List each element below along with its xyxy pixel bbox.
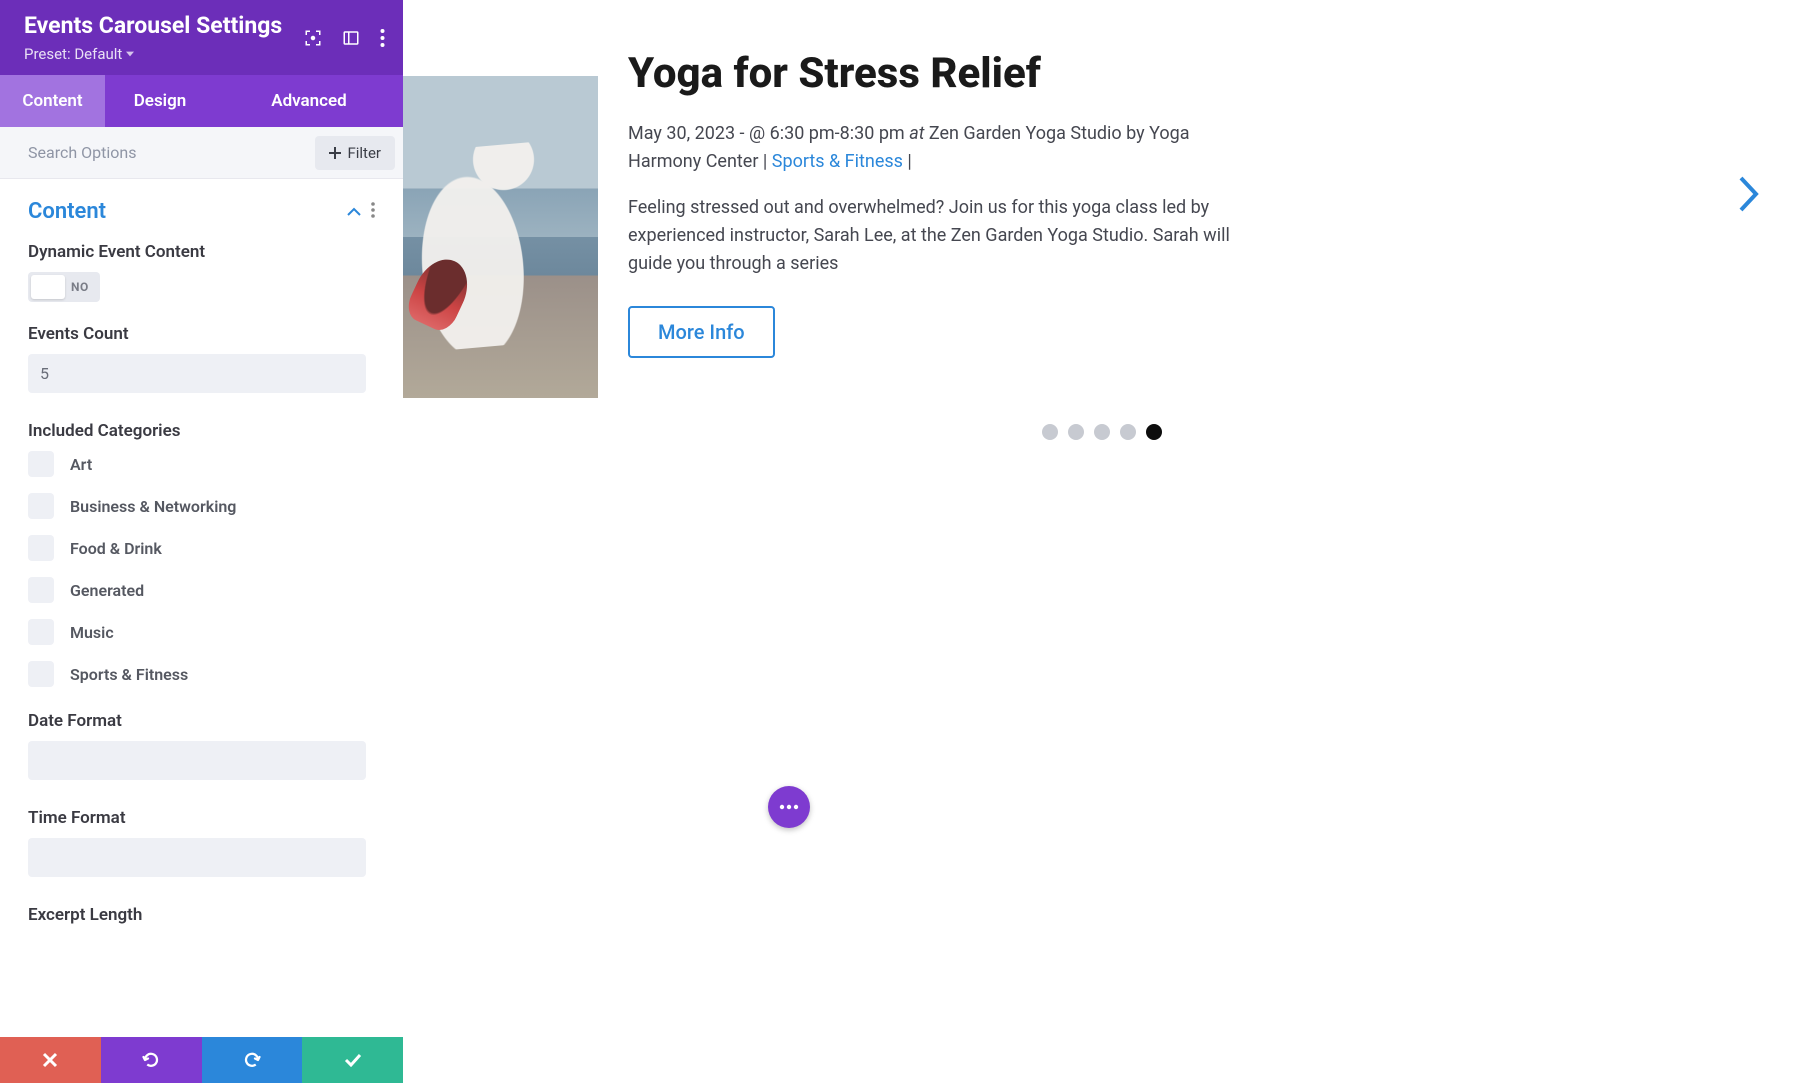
checkbox[interactable]	[28, 577, 54, 603]
event-date: May 30, 2023	[628, 123, 735, 144]
event-image	[403, 76, 598, 398]
event-time: 6:30 pm-8:30 pm	[770, 123, 905, 144]
category-label: Generated	[70, 581, 144, 600]
category-item[interactable]: Music	[28, 619, 375, 645]
carousel-dot[interactable]	[1042, 424, 1058, 440]
search-input[interactable]	[0, 133, 315, 172]
excerpt-length-label: Excerpt Length	[28, 905, 375, 925]
event-category-link[interactable]: Sports & Fitness	[772, 151, 903, 172]
redo-icon	[243, 1051, 261, 1069]
action-bar	[0, 1037, 403, 1083]
chevron-right-icon	[1738, 175, 1760, 213]
plus-icon	[329, 147, 341, 159]
categories-label: Included Categories	[28, 421, 375, 441]
checkbox[interactable]	[28, 619, 54, 645]
toggle-state-label: NO	[71, 280, 89, 294]
settings-sidebar: Events Carousel Settings Preset: Default…	[0, 0, 403, 1083]
caret-down-icon	[126, 51, 134, 57]
meta-by: by	[1126, 123, 1145, 144]
preset-dropdown[interactable]: Preset: Default	[24, 45, 304, 63]
panel-icon[interactable]	[342, 29, 360, 47]
category-item[interactable]: Art	[28, 451, 375, 477]
search-row: Filter	[0, 127, 403, 179]
section-header[interactable]: Content	[28, 199, 375, 224]
more-info-button[interactable]: More Info	[628, 306, 775, 358]
event-venue: Zen Garden Yoga Studio	[929, 123, 1122, 144]
module-fab[interactable]	[768, 786, 810, 828]
sidebar-title: Events Carousel Settings	[24, 12, 304, 39]
category-label: Sports & Fitness	[70, 665, 188, 684]
panel-body[interactable]: Content Dynamic Event Content NO Events …	[0, 179, 403, 1037]
undo-icon	[142, 1051, 160, 1069]
category-label: Art	[70, 455, 92, 474]
event-description: Feeling stressed out and overwhelmed? Jo…	[628, 194, 1248, 278]
carousel-dot[interactable]	[1120, 424, 1136, 440]
carousel-dot[interactable]	[1068, 424, 1084, 440]
category-label: Music	[70, 623, 114, 642]
event-carousel: Yoga for Stress Relief May 30, 2023 - @ …	[403, 50, 1740, 398]
checkbox[interactable]	[28, 451, 54, 477]
section-more-icon[interactable]	[371, 202, 375, 222]
tab-design[interactable]: Design	[105, 75, 215, 127]
carousel-next-button[interactable]	[1738, 175, 1760, 217]
sidebar-header: Events Carousel Settings Preset: Default	[0, 0, 403, 75]
time-format-input[interactable]	[28, 838, 366, 877]
filter-button[interactable]: Filter	[315, 136, 395, 170]
category-item[interactable]: Generated	[28, 577, 375, 603]
expand-icon[interactable]	[304, 29, 322, 47]
more-icon[interactable]	[380, 29, 385, 47]
checkbox[interactable]	[28, 661, 54, 687]
event-content: Yoga for Stress Relief May 30, 2023 - @ …	[628, 50, 1248, 358]
dots-horizontal-icon	[779, 804, 799, 810]
check-icon	[344, 1053, 362, 1067]
dynamic-content-toggle[interactable]: NO	[28, 272, 100, 302]
event-meta: May 30, 2023 - @ 6:30 pm-8:30 pm at Zen …	[628, 120, 1248, 176]
category-item[interactable]: Business & Networking	[28, 493, 375, 519]
category-label: Food & Drink	[70, 539, 162, 558]
category-item[interactable]: Food & Drink	[28, 535, 375, 561]
redo-button[interactable]	[202, 1037, 303, 1083]
date-format-label: Date Format	[28, 711, 375, 731]
chevron-up-icon[interactable]	[347, 202, 361, 221]
carousel-dot[interactable]	[1094, 424, 1110, 440]
categories-list: Art Business & Networking Food & Drink G…	[28, 451, 375, 687]
tab-content[interactable]: Content	[0, 75, 105, 127]
category-label: Business & Networking	[70, 497, 236, 516]
section-title: Content	[28, 199, 337, 224]
filter-label: Filter	[347, 144, 381, 162]
toggle-knob	[31, 275, 65, 299]
cancel-button[interactable]	[0, 1037, 101, 1083]
events-count-input[interactable]	[28, 354, 366, 393]
time-format-label: Time Format	[28, 808, 375, 828]
carousel-dot[interactable]	[1146, 424, 1162, 440]
event-title: Yoga for Stress Relief	[628, 50, 1248, 98]
close-icon	[42, 1052, 58, 1068]
checkbox[interactable]	[28, 535, 54, 561]
dynamic-content-label: Dynamic Event Content	[28, 242, 375, 262]
tab-advanced[interactable]: Advanced	[215, 75, 403, 127]
preview-area: Yoga for Stress Relief May 30, 2023 - @ …	[403, 0, 1800, 1083]
events-count-label: Events Count	[28, 324, 375, 344]
undo-button[interactable]	[101, 1037, 202, 1083]
category-item[interactable]: Sports & Fitness	[28, 661, 375, 687]
preset-label: Preset: Default	[24, 45, 122, 63]
settings-tabs: Content Design Advanced	[0, 75, 403, 127]
date-format-input[interactable]	[28, 741, 366, 780]
meta-at: at	[909, 123, 924, 144]
carousel-dots	[403, 424, 1800, 440]
save-button[interactable]	[302, 1037, 403, 1083]
checkbox[interactable]	[28, 493, 54, 519]
